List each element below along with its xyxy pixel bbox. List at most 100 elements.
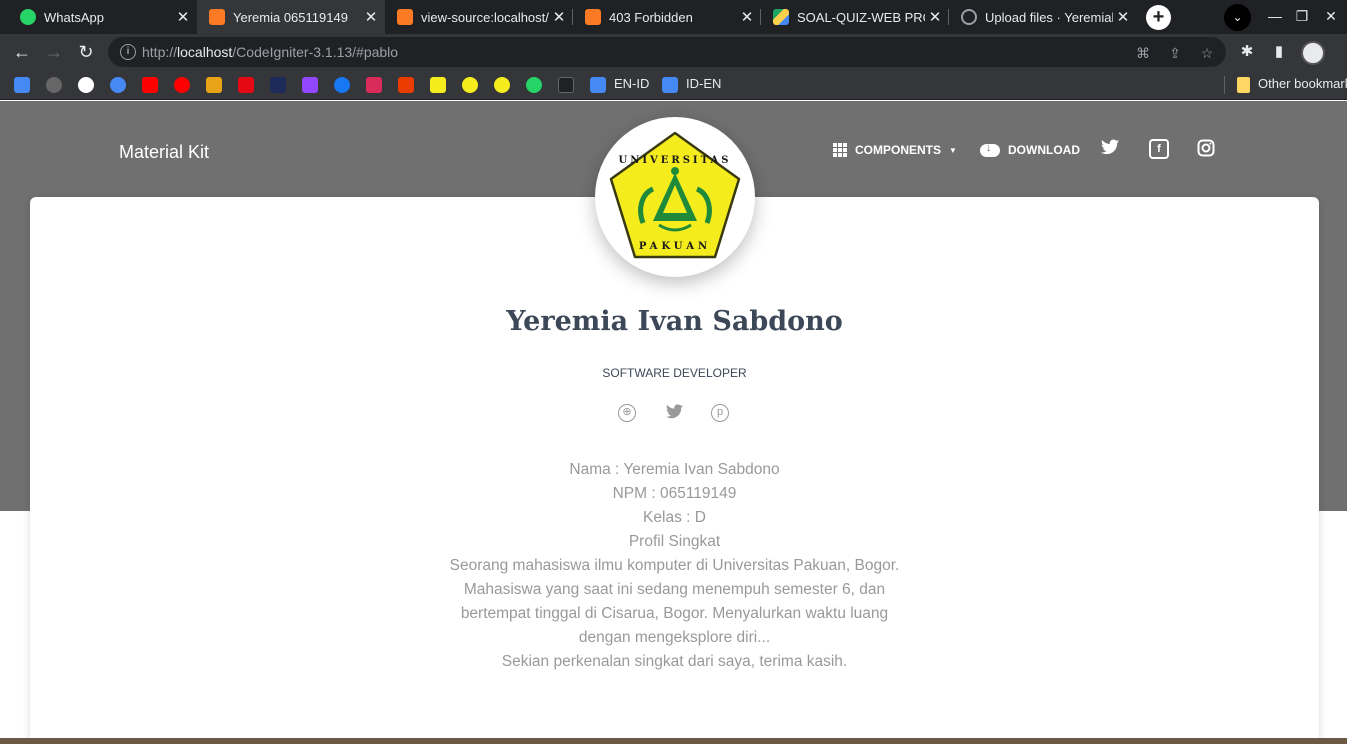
kelas-line: Kelas : D (643, 509, 706, 526)
google-translate-icon[interactable] (662, 77, 678, 93)
page-viewport: Material Kit COMPONENTS ▼ DOWNLOAD f UNI… (0, 101, 1347, 744)
youtube-music-bookmark-icon[interactable] (174, 77, 190, 93)
twitter-icon[interactable] (1100, 139, 1120, 159)
close-window-icon[interactable]: ✕ (1318, 4, 1344, 28)
whatsapp-icon (20, 9, 36, 25)
browser-toolbar: ← → ↻ i http://localhost/CodeIgniter-3.1… (0, 34, 1347, 70)
crown-bookmark-icon[interactable] (206, 77, 222, 93)
app-bookmark-icon[interactable] (366, 77, 382, 93)
npm-line: NPM : 065119149 (612, 485, 737, 502)
download-link[interactable]: DOWNLOAD (980, 142, 1080, 157)
side-panel-icon[interactable]: ▮ (1269, 42, 1289, 62)
unpak-bookmark-icon[interactable] (494, 77, 510, 93)
tab-title: Yeremia 065119149 (233, 9, 348, 25)
forward-icon[interactable]: → (40, 38, 68, 66)
other-bookmarks[interactable]: Other bookmarks (1258, 76, 1347, 91)
dh-bookmark-icon[interactable] (270, 77, 286, 93)
bio-paragraph: Seorang mahasiswa ilmu komputer di Unive… (449, 557, 900, 646)
profile-job-title: SOFTWARE DEVELOPER (602, 366, 747, 380)
apps-grid-icon (833, 143, 847, 157)
url-path: /CodeIgniter-3.1.13/#pablo (232, 44, 399, 60)
instagram-icon[interactable] (1196, 139, 1216, 159)
history-bookmark-icon[interactable] (110, 77, 126, 93)
url-scheme: http:// (142, 44, 178, 60)
bookmark-star-icon[interactable]: ☆ (1198, 44, 1216, 62)
facebook-icon[interactable]: f (1149, 139, 1169, 159)
cat-bookmark-icon[interactable] (558, 77, 574, 93)
translate-icon[interactable]: ⌘ (1134, 44, 1152, 62)
page-bottom-strip (0, 738, 1347, 744)
close-tab-icon[interactable]: ✕ (925, 8, 945, 26)
share-icon[interactable]: ⇪ (1166, 44, 1184, 62)
address-url[interactable]: http://localhost/CodeIgniter-3.1.13/#pab… (142, 44, 398, 60)
tab-whatsapp[interactable]: WhatsApp ✕ (0, 0, 197, 34)
logo-lettering: UNIVERSITAS (618, 155, 731, 166)
back-icon[interactable]: ← (8, 38, 36, 66)
new-tab-button[interactable]: + (1146, 5, 1171, 30)
office-bookmark-icon[interactable] (398, 77, 414, 93)
unpak-bookmark-icon[interactable] (430, 77, 446, 93)
caret-down-icon: ▼ (949, 145, 957, 155)
google-bookmark-icon[interactable] (78, 77, 94, 93)
bookmark-separator (1224, 76, 1225, 94)
bookmark-en-id[interactable]: EN-ID (614, 76, 649, 91)
tab-title: 403 Forbidden (609, 9, 693, 25)
tab-403-forbidden[interactable]: 403 Forbidden ✕ (573, 0, 761, 34)
twitch-bookmark-icon[interactable] (302, 77, 318, 93)
download-label: DOWNLOAD (1008, 143, 1080, 157)
close-tab-icon[interactable]: ✕ (361, 8, 381, 26)
twitter-icon[interactable] (664, 404, 684, 424)
site-info-icon[interactable]: i (120, 44, 136, 60)
closing-line: Sekian perkenalan singkat dari saya, ter… (501, 653, 848, 670)
components-label: COMPONENTS (855, 143, 942, 157)
tab-title: Upload files · Yeremialv (985, 9, 1113, 25)
tab-title: view-source:localhost/C (421, 9, 549, 25)
reload-icon[interactable]: ↻ (72, 38, 100, 66)
url-host: localhost (177, 44, 233, 60)
profile-description: Nama : Yeremia Ivan Sabdono NPM : 065119… (30, 458, 1319, 674)
globe-bookmark-icon[interactable] (46, 77, 62, 93)
close-tab-icon[interactable]: ✕ (737, 8, 757, 26)
tab-github-upload[interactable]: Upload files · Yeremialv ✕ (949, 0, 1137, 34)
xampp-icon (209, 9, 225, 25)
netflix-bookmark-icon[interactable] (238, 77, 254, 93)
google-translate-icon[interactable] (590, 77, 606, 93)
profile-avatar[interactable] (1301, 41, 1325, 65)
xampp-icon (585, 9, 601, 25)
github-icon (961, 9, 977, 25)
close-tab-icon[interactable]: ✕ (1113, 8, 1133, 26)
minimize-icon[interactable]: — (1262, 4, 1288, 28)
profile-name: Yeremia Ivan Sabdono (506, 306, 843, 337)
university-logo: UNIVERSITAS PAKUAN (609, 131, 741, 259)
pinterest-icon[interactable]: p (711, 404, 729, 422)
tab-yeremia[interactable]: Yeremia 065119149 ✕ (197, 0, 385, 34)
dribbble-icon[interactable]: ⊕ (618, 404, 636, 422)
maximize-icon[interactable]: ❐ (1289, 4, 1315, 28)
nama-line: Nama : Yeremia Ivan Sabdono (569, 461, 780, 478)
tab-title: SOAL-QUIZ-WEB PROG (797, 9, 925, 25)
cloud-download-icon (980, 142, 1000, 157)
facebook-bookmark-icon[interactable] (334, 77, 350, 93)
bookmarks-bar: EN-ID ID-EN Other bookmarks (0, 70, 1347, 100)
youtube-bookmark-icon[interactable] (142, 77, 158, 93)
tab-soal-quiz[interactable]: SOAL-QUIZ-WEB PROG ✕ (761, 0, 949, 34)
bookmark-id-en[interactable]: ID-EN (686, 76, 721, 91)
unpak-bookmark-icon[interactable] (462, 77, 478, 93)
address-bar[interactable]: i http://localhost/CodeIgniter-3.1.13/#p… (108, 37, 1226, 67)
extensions-icon[interactable]: ✱ (1237, 42, 1257, 62)
whatsapp-bookmark-icon[interactable] (526, 77, 542, 93)
close-tab-icon[interactable]: ✕ (549, 8, 569, 26)
avatar: UNIVERSITAS PAKUAN (595, 117, 755, 277)
profil-heading: Profil Singkat (628, 533, 721, 550)
tab-title: WhatsApp (44, 9, 104, 25)
components-menu[interactable]: COMPONENTS ▼ (833, 143, 957, 157)
close-tab-icon[interactable]: ✕ (173, 8, 193, 26)
tab-search-button[interactable]: ⌄ (1224, 4, 1251, 31)
tab-view-source[interactable]: view-source:localhost/C ✕ (385, 0, 573, 34)
google-drive-icon (773, 9, 789, 25)
logo-lettering: PAKUAN (639, 241, 711, 252)
folder-icon (1237, 77, 1250, 93)
download-bookmark-icon[interactable] (14, 77, 30, 93)
xampp-icon (397, 9, 413, 25)
site-brand[interactable]: Material Kit (119, 142, 209, 163)
